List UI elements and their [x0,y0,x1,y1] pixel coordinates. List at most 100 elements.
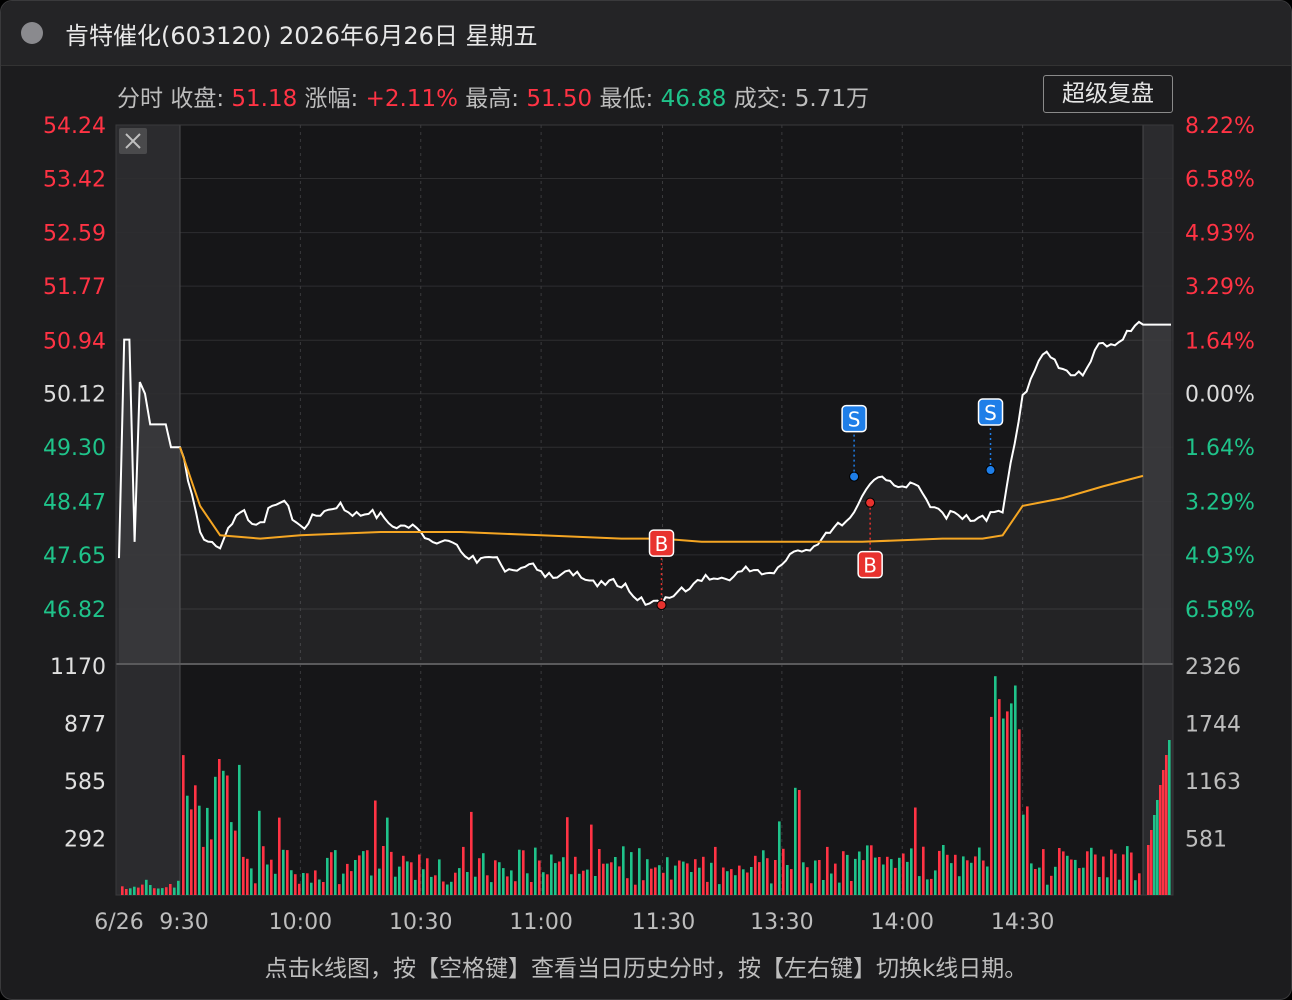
volume-bar [778,821,781,895]
volume-bar [950,863,953,895]
volume-bar [514,881,517,895]
volume-bar [1086,851,1089,895]
volume-bar [450,881,453,895]
volume-bar [234,830,237,895]
volume-bar [578,873,581,895]
volume-bar [342,873,345,895]
volume-bar [254,883,257,895]
volume-bar [414,879,417,895]
volume-tick-left: 1170 [50,655,106,680]
volume-bar [894,867,897,895]
volume-bar [230,822,233,895]
time-tick: 11:30 [632,910,695,935]
time-tick: 10:00 [269,910,332,935]
volume-bar [1042,849,1045,895]
volume-bar [686,863,689,895]
volume-bar [890,859,893,895]
volume-bar [614,857,617,895]
volume-bar [1014,685,1017,895]
volume-bar [862,860,865,895]
volume-bar [718,884,721,895]
volume-bar [702,856,705,895]
volume-bar [226,775,229,895]
volume-bar [850,881,853,895]
price-tick-left: 47.65 [43,544,106,569]
pct-tick-right: 8.22% [1185,114,1255,139]
volume-bar [674,865,677,895]
volume-bar [141,884,144,895]
volume-bar [1138,873,1141,895]
volume-bar [530,882,533,895]
volume-bar [446,884,449,895]
volume-bar [962,856,965,895]
volume-bar [634,884,637,895]
volume-bar [906,861,909,895]
volume-bar [922,846,925,895]
volume-bar [1082,867,1085,895]
price-tick-left: 53.42 [43,167,106,192]
volume-bar [650,868,653,895]
volume-bar [137,887,140,895]
volume-bar [430,876,433,895]
volume-bar [594,876,597,895]
volume-bar [186,795,189,895]
volume-bar [610,862,613,895]
volume-bar [662,872,665,895]
volume-bar [1058,848,1061,895]
volume-bar [354,860,357,895]
volume-bar [542,872,545,895]
volume-bar [838,882,841,895]
volume-bar [626,878,629,895]
volume-bar [145,879,148,895]
volume-bar [606,863,609,895]
volume-bar [1034,869,1037,895]
volume-bar [394,876,397,895]
price-tick-left: 52.59 [43,222,106,247]
price-tick-left: 49.30 [43,436,106,461]
volume-bar [986,866,989,895]
volume-bar [658,865,661,895]
volume-bar [1150,830,1153,895]
chart-window: 肯特催化(603120) 2026年6月26日 星期五 分时 收盘: 51.18… [0,0,1292,1000]
volume-bar [698,867,701,895]
volume-bar [314,870,317,895]
volume-bar [310,882,313,895]
price-tick-left: 51.77 [43,275,106,300]
volume-bar [1090,847,1093,895]
volume-bar [1078,868,1081,895]
volume-bar [422,869,425,895]
volume-bar [802,862,805,895]
volume-bar [1022,814,1025,895]
volume-bar [1134,880,1137,895]
volume-bar [350,871,353,895]
volume-bar [1153,815,1156,895]
volume-bar [518,849,521,895]
volume-bar [910,848,913,895]
volume-bar [974,856,977,895]
volume-tick-right: 1163 [1185,770,1241,795]
intraday-chart: 54.24 8.22% 53.42 6.58% 52.59 4.93% 51.77 3.29%… [43,114,1255,935]
volume-bar [902,853,905,895]
volume-bar [194,785,197,895]
volume-bar [282,849,285,895]
volume-bar [570,874,573,895]
volume-bar [210,839,213,895]
volume-bar [854,858,857,895]
volume-bar [814,860,817,895]
volume-bar [938,850,941,895]
volume-bar [1030,863,1033,895]
volume-bar [866,845,869,895]
volume-bar [502,868,505,895]
volume-bar [173,887,176,895]
volume-bar [878,857,881,895]
volume-bar [882,864,885,895]
volume-bar [169,884,172,895]
volume-bar [646,859,649,895]
volume-bar [710,862,713,895]
volume-bar [846,854,849,895]
volume-bar [1010,703,1013,895]
volume-bar [1122,854,1125,895]
volume-bar [622,846,625,895]
volume-bar [1168,740,1171,895]
volume-bar [1066,855,1069,895]
